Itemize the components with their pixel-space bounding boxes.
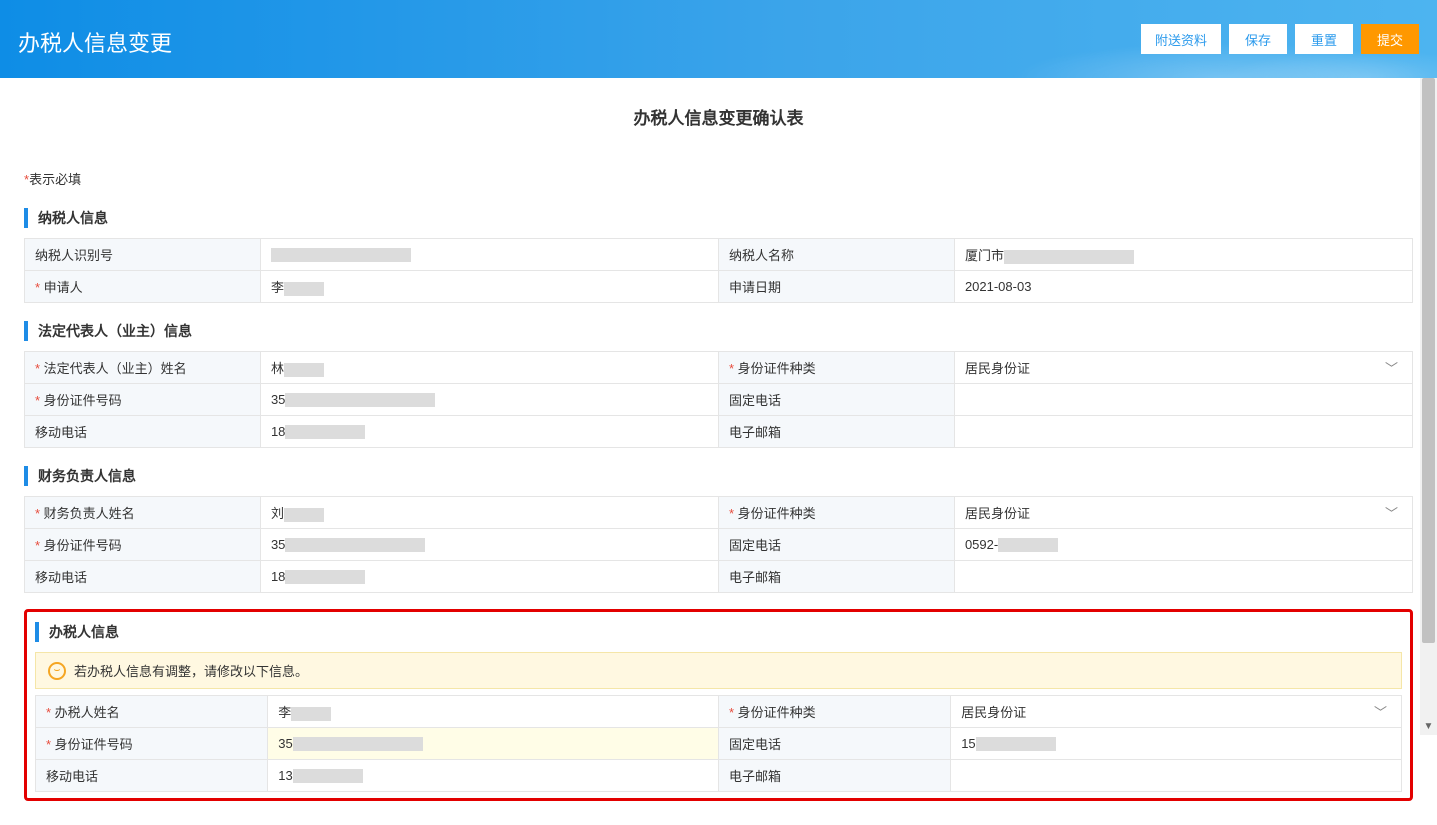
required-note-text: 表示必填	[29, 172, 81, 187]
finance-idno-value: 35	[260, 529, 718, 561]
legal-idtype-label: 身份证件种类	[718, 352, 954, 384]
section-title-legal: 法定代表人（业主）信息	[24, 321, 1413, 341]
finance-name-label: 财务负责人姓名	[25, 497, 261, 529]
handler-idno-value[interactable]: 35	[268, 728, 719, 760]
redacted	[285, 393, 435, 407]
finance-phone-value: 0592-	[954, 529, 1412, 561]
form-content: 办税人信息变更确认表 *表示必填 纳税人信息 纳税人识别号 纳税人名称 厦门市 …	[0, 104, 1437, 825]
finance-email-value[interactable]	[954, 561, 1412, 593]
redacted	[284, 282, 324, 296]
handler-alert-text: 若办税人信息有调整，请修改以下信息。	[74, 661, 308, 680]
legal-email-value[interactable]	[954, 416, 1412, 448]
redacted	[293, 737, 423, 751]
finance-mobile-label: 移动电话	[25, 561, 261, 593]
handler-idtype-label: 身份证件种类	[718, 696, 950, 728]
redacted	[291, 707, 331, 721]
redacted	[976, 737, 1056, 751]
legal-idno-label: 身份证件号码	[25, 384, 261, 416]
redacted	[285, 570, 365, 584]
apply-date-label: 申请日期	[718, 271, 954, 303]
handler-name-value[interactable]: 李	[268, 696, 719, 728]
handler-name-label: 办税人姓名	[36, 696, 268, 728]
handler-alert: ⌣ 若办税人信息有调整，请修改以下信息。	[35, 652, 1402, 689]
legal-name-value: 林	[260, 352, 718, 384]
finance-idno-label: 身份证件号码	[25, 529, 261, 561]
reset-button[interactable]: 重置	[1295, 24, 1353, 54]
legal-phone-label: 固定电话	[718, 384, 954, 416]
page-title: 办税人信息变更	[18, 26, 172, 58]
legal-grid: 法定代表人（业主）姓名 林 身份证件种类 居民身份证﹀ 身份证件号码 35 固定…	[24, 351, 1413, 448]
form-title: 办税人信息变更确认表	[24, 104, 1413, 129]
redacted	[284, 508, 324, 522]
submit-button[interactable]: 提交	[1361, 24, 1419, 54]
attachments-button[interactable]: 附送资料	[1141, 24, 1221, 54]
scroll-down-icon[interactable]: ▼	[1420, 718, 1437, 735]
taxpayer-grid: 纳税人识别号 纳税人名称 厦门市 申请人 李 申请日期 2021-08-03	[24, 238, 1413, 303]
section-title-finance: 财务负责人信息	[24, 466, 1413, 486]
finance-name-value: 刘	[260, 497, 718, 529]
taxpayer-name-value: 厦门市	[954, 239, 1412, 271]
finance-idtype-label: 身份证件种类	[718, 497, 954, 529]
handler-idno-label: 身份证件号码	[36, 728, 268, 760]
applicant-label: 申请人	[25, 271, 261, 303]
handler-mobile-label: 移动电话	[36, 760, 268, 792]
smile-icon: ⌣	[48, 662, 66, 680]
handler-phone-value[interactable]: 15	[951, 728, 1402, 760]
taxpayer-id-value	[260, 239, 718, 271]
taxpayer-name-label: 纳税人名称	[718, 239, 954, 271]
finance-mobile-value: 18	[260, 561, 718, 593]
legal-mobile-label: 移动电话	[25, 416, 261, 448]
handler-idtype-value[interactable]: 居民身份证﹀	[951, 696, 1402, 728]
chevron-down-icon: ﹀	[1385, 358, 1398, 377]
scroll-thumb[interactable]	[1422, 78, 1435, 643]
legal-name-label: 法定代表人（业主）姓名	[25, 352, 261, 384]
apply-date-value: 2021-08-03	[954, 271, 1412, 303]
page-header: 办税人信息变更 附送资料 保存 重置 提交	[0, 0, 1437, 78]
taxpayer-id-label: 纳税人识别号	[25, 239, 261, 271]
handler-grid: 办税人姓名 李 身份证件种类 居民身份证﹀ 身份证件号码 35 固定电话 15 …	[35, 695, 1402, 792]
chevron-down-icon: ﹀	[1374, 702, 1387, 721]
legal-idtype-value[interactable]: 居民身份证﹀	[954, 352, 1412, 384]
finance-grid: 财务负责人姓名 刘 身份证件种类 居民身份证﹀ 身份证件号码 35 固定电话 0…	[24, 496, 1413, 593]
redacted	[285, 425, 365, 439]
legal-mobile-value: 18	[260, 416, 718, 448]
handler-highlight-box: 办税人信息 ⌣ 若办税人信息有调整，请修改以下信息。 办税人姓名 李 身份证件种…	[24, 609, 1413, 801]
redacted	[271, 248, 411, 262]
section-title-taxpayer: 纳税人信息	[24, 208, 1413, 228]
finance-phone-label: 固定电话	[718, 529, 954, 561]
redacted	[293, 769, 363, 783]
chevron-down-icon: ﹀	[1385, 503, 1398, 522]
finance-email-label: 电子邮箱	[718, 561, 954, 593]
redacted	[998, 538, 1058, 552]
required-note: *表示必填	[24, 169, 1413, 188]
handler-mobile-value[interactable]: 13	[268, 760, 719, 792]
applicant-value: 李	[260, 271, 718, 303]
handler-email-value[interactable]	[951, 760, 1402, 792]
save-button[interactable]: 保存	[1229, 24, 1287, 54]
scrollbar[interactable]: ▲ ▼	[1420, 78, 1437, 735]
section-title-handler: 办税人信息	[35, 622, 1402, 642]
handler-email-label: 电子邮箱	[718, 760, 950, 792]
legal-phone-value[interactable]	[954, 384, 1412, 416]
legal-email-label: 电子邮箱	[718, 416, 954, 448]
handler-phone-label: 固定电话	[718, 728, 950, 760]
redacted	[1004, 250, 1134, 264]
legal-idno-value: 35	[260, 384, 718, 416]
redacted	[284, 363, 324, 377]
redacted	[285, 538, 425, 552]
toolbar: 附送资料 保存 重置 提交	[1141, 24, 1419, 54]
finance-idtype-value[interactable]: 居民身份证﹀	[954, 497, 1412, 529]
